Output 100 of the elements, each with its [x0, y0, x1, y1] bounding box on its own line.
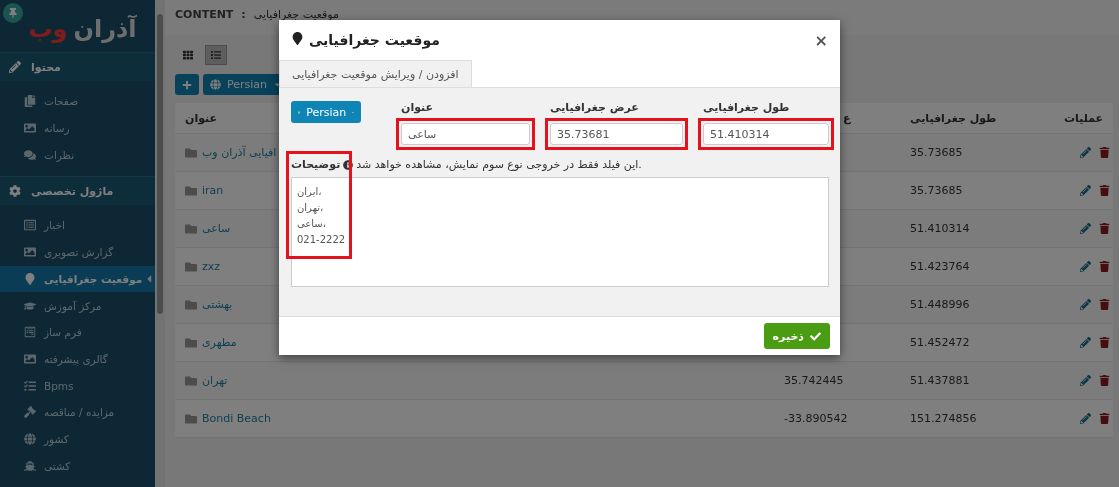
title-link[interactable]: افیایی آذران وب	[202, 146, 277, 159]
edit-icon[interactable]	[1080, 223, 1091, 234]
title-link[interactable]: iran	[202, 184, 224, 197]
edit-icon[interactable]	[1080, 337, 1091, 348]
add-button[interactable]	[175, 74, 199, 95]
sidebar-item[interactable]: اخبار	[0, 212, 155, 239]
ship-icon	[24, 459, 36, 472]
delete-icon[interactable]	[1099, 261, 1110, 272]
save-button[interactable]: ذخیره	[763, 323, 830, 349]
sidebar-item[interactable]: گزارش تصویری	[0, 238, 155, 266]
table-cell: 51.423764	[910, 260, 970, 273]
folder-icon	[185, 222, 197, 235]
title-link[interactable]: بهشتی	[202, 298, 233, 311]
pin-icon	[8, 8, 18, 18]
column-header: طول جغرافیایی	[910, 111, 997, 125]
field-label: عرض جغرافیایی	[550, 101, 640, 114]
edit-icon[interactable]	[1080, 299, 1091, 310]
list-icon	[211, 50, 221, 60]
table-cell: 51.452472	[910, 336, 970, 349]
modal-title: موقعیت جغرافیایی	[291, 32, 440, 48]
breadcrumb-page: موقعیت جغرافیایی	[253, 8, 339, 21]
close-button[interactable]: ×	[814, 30, 828, 50]
title-link[interactable]: ساعی	[202, 222, 231, 235]
sidebar-item[interactable]: نظرات	[0, 141, 155, 169]
grid-icon	[183, 50, 193, 60]
hint-text: این فیلد فقط در خروجی نوع سوم نمایش، مشاهده خواهد شد.	[356, 158, 642, 171]
folder-icon	[185, 260, 197, 273]
description-field[interactable]: ایران، تهران، ساعی، 021-2222	[291, 177, 829, 287]
delete-icon[interactable]	[1099, 299, 1110, 310]
sidebar-item[interactable]: مرکز آموزش	[0, 292, 155, 319]
delete-icon[interactable]	[1099, 375, 1110, 386]
map-pin-icon	[291, 32, 304, 45]
check-icon	[810, 330, 821, 342]
graduation-cap-icon	[24, 299, 36, 312]
sidebar-item[interactable]: موقعیت جغرافیایی	[0, 265, 155, 293]
table-cell: 51.410314	[910, 222, 970, 235]
scrollbar[interactable]	[155, 0, 165, 487]
folder-icon	[185, 336, 197, 349]
delete-icon[interactable]	[1099, 337, 1110, 348]
image-icon	[24, 352, 36, 365]
edit-icon[interactable]	[1080, 375, 1091, 386]
table-cell: 35.742445	[784, 374, 844, 387]
sidebar-item[interactable]: رسانه	[0, 114, 155, 142]
title-link[interactable]: zxz	[202, 260, 221, 273]
section-title[interactable]: محتوا	[31, 60, 61, 74]
delete-icon[interactable]	[1099, 223, 1110, 234]
info-icon	[343, 159, 354, 170]
sidebar-item[interactable]: مزایده / مناقصه	[0, 398, 155, 426]
title-link[interactable]: Bondi Beach	[202, 412, 271, 425]
column-header: عنوان	[185, 111, 218, 125]
image-icon	[24, 122, 36, 135]
gavel-icon	[24, 406, 36, 419]
folder-icon	[185, 374, 197, 387]
plus-icon	[182, 79, 192, 90]
delete-icon[interactable]	[1099, 147, 1110, 158]
sidebar-item[interactable]: صفحات	[0, 88, 155, 115]
input-field[interactable]: ساعی	[401, 123, 530, 145]
title-link[interactable]: تهران	[202, 374, 228, 387]
field-label: طول جغرافیایی	[703, 101, 791, 114]
folder-icon	[185, 184, 197, 197]
table-cell: 35.73685	[910, 184, 963, 197]
input-field[interactable]: 35.73681	[550, 123, 683, 145]
sidebar-item[interactable]: فرم ساز	[0, 318, 155, 346]
sidebar-item[interactable]: کشتی	[0, 452, 155, 479]
sidebar-item[interactable]: کشور	[0, 425, 155, 453]
input-field[interactable]: 51.410314	[703, 123, 829, 145]
table-cell: 51.437881	[910, 374, 970, 387]
column-header: عملیات	[1064, 111, 1104, 125]
sidebar-item[interactable]: Bpms	[0, 372, 155, 399]
pencil-icon	[9, 61, 21, 74]
gear-icon	[9, 185, 21, 198]
delete-icon[interactable]	[1099, 185, 1110, 196]
map-pin-icon	[24, 272, 36, 285]
breadcrumb-separator: :	[241, 8, 246, 21]
language-button[interactable]: Persian	[291, 101, 361, 123]
delete-icon[interactable]	[1099, 413, 1110, 424]
edit-icon[interactable]	[1080, 261, 1091, 272]
table-cell: 35.73685	[910, 146, 963, 159]
pages-icon	[24, 95, 36, 108]
logo: آذران وب	[28, 15, 137, 44]
sidebar-item[interactable]: گالری پیشرفته	[0, 345, 155, 373]
field-label: توضیحات	[291, 158, 341, 171]
title-link[interactable]: مطهری	[202, 336, 237, 349]
table-cell: -33.890542	[784, 412, 848, 425]
field-label: عنوان	[401, 101, 435, 114]
folder-icon	[185, 298, 197, 311]
pin-button[interactable]	[3, 3, 23, 23]
tab[interactable]: افزودن / ویرایش موقعیت جغرافیایی	[279, 60, 472, 87]
tasks-icon	[24, 379, 36, 392]
edit-icon[interactable]	[1080, 185, 1091, 196]
table-cell: 51.448996	[910, 298, 970, 311]
list-view-button[interactable]	[205, 45, 227, 65]
edit-icon[interactable]	[1080, 147, 1091, 158]
image-icon	[24, 246, 36, 259]
form-icon	[24, 326, 36, 339]
edit-icon[interactable]	[1080, 413, 1091, 424]
list-icon	[24, 219, 36, 232]
folder-icon	[185, 146, 197, 159]
comments-icon	[24, 148, 36, 161]
breadcrumb-root[interactable]: CONTENT	[175, 8, 234, 21]
